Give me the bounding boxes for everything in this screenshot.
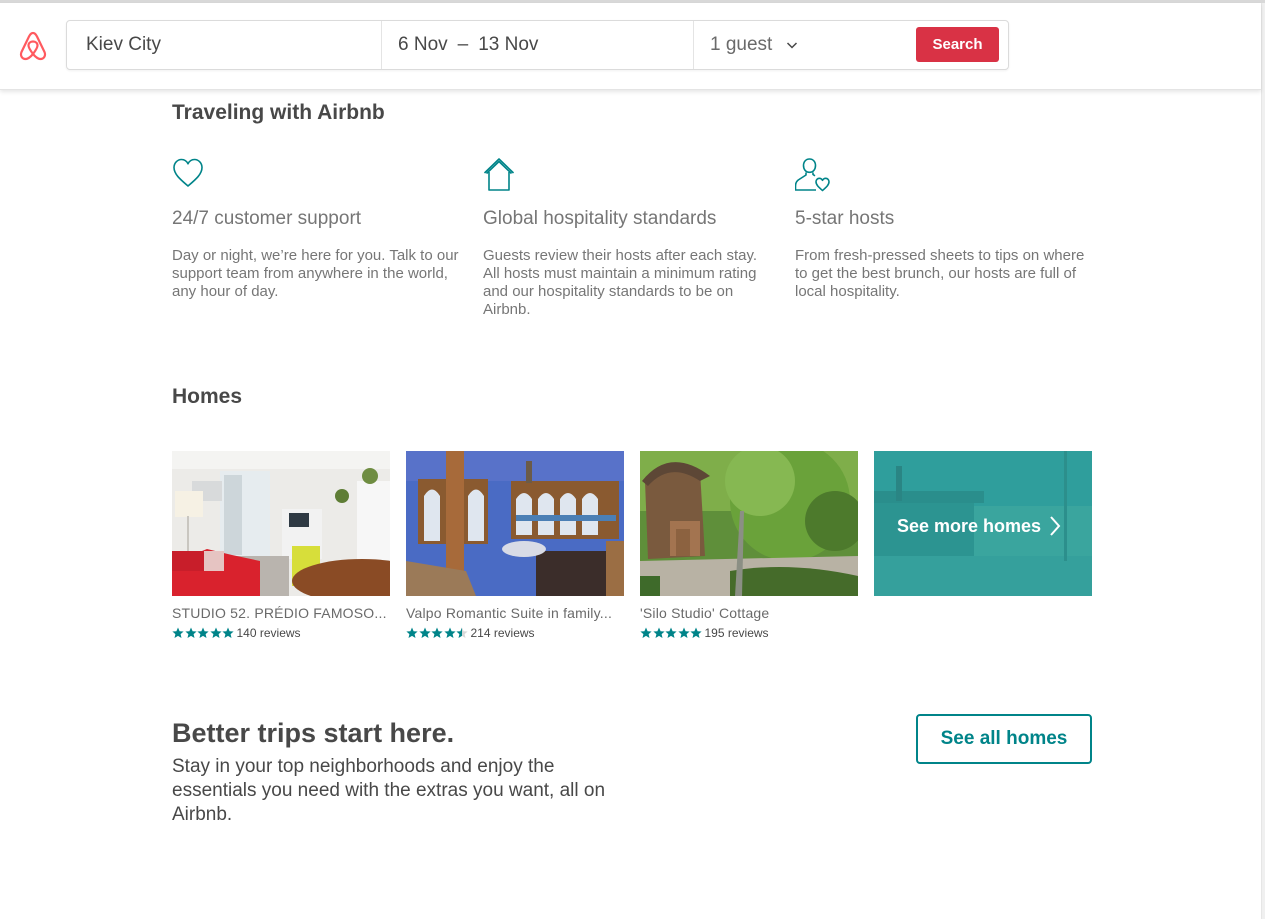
star-full-icon xyxy=(443,627,456,638)
review-count: 214 reviews xyxy=(470,626,535,640)
star-half-icon xyxy=(456,627,468,638)
location-input[interactable]: Kiev City xyxy=(67,21,382,69)
host-heart-icon xyxy=(794,158,830,192)
see-all-homes-button[interactable]: See all homes xyxy=(916,714,1092,764)
listing-rating: 195 reviews xyxy=(640,626,858,640)
guests-value: 1 guest xyxy=(710,34,773,55)
star-full-icon xyxy=(222,627,234,638)
promo-description: Stay in your top neighborhoods and enjoy… xyxy=(172,756,606,825)
see-more-homes-link[interactable]: See more homes xyxy=(897,515,1063,537)
feature-customer-support: 24/7 customer support Day or night, we’r… xyxy=(172,156,467,300)
check-in-value[interactable]: 6 Nov xyxy=(398,34,448,56)
promo-title: Better trips start here. xyxy=(172,718,455,748)
star-full-icon xyxy=(172,627,184,638)
star-rating xyxy=(640,627,703,639)
listing-rating: 214 reviews xyxy=(406,626,624,640)
listing-name[interactable]: STUDIO 52. PRÉDIO FAMOSO... xyxy=(172,605,390,621)
header: Kiev City 6 Nov – 13 Nov 1 guest Search xyxy=(0,3,1261,90)
heart-icon xyxy=(173,158,203,187)
listing-photo[interactable] xyxy=(406,451,624,596)
feature-title: 24/7 customer support xyxy=(172,208,362,229)
location-value: Kiev City xyxy=(86,34,161,55)
feature-description: Guests review their hosts after each sta… xyxy=(483,247,758,318)
feature-five-star-hosts: 5-star hosts From fresh-pressed sheets t… xyxy=(794,156,1090,300)
listing-card[interactable]: 'Silo Studio' Cottage 195 reviews xyxy=(640,451,858,640)
check-out-value[interactable]: 13 Nov xyxy=(478,34,538,56)
review-count: 140 reviews xyxy=(236,626,301,640)
see-more-homes-tile[interactable]: See more homes xyxy=(874,451,1092,596)
star-full-icon xyxy=(184,627,197,638)
silo-cottage-image xyxy=(640,451,858,596)
listing-card[interactable]: STUDIO 52. PRÉDIO FAMOSO... 140 reviews xyxy=(172,451,390,640)
living-room-image xyxy=(172,451,390,596)
section-title-traveling: Traveling with Airbnb xyxy=(172,101,385,124)
star-rating xyxy=(172,627,235,639)
star-full-icon xyxy=(406,627,418,638)
star-full-icon xyxy=(197,627,209,638)
feature-title: 5-star hosts xyxy=(795,208,895,229)
star-rating xyxy=(406,627,469,639)
section-title-homes: Homes xyxy=(172,385,243,408)
star-full-icon xyxy=(209,627,222,638)
listing-photo[interactable] xyxy=(640,451,858,596)
star-full-icon xyxy=(418,627,431,638)
search-bar: Kiev City 6 Nov – 13 Nov 1 guest Search xyxy=(66,20,1009,70)
star-full-icon xyxy=(640,627,652,638)
guests-select[interactable]: 1 guest Search xyxy=(694,21,1008,69)
feature-hospitality-standards: Global hospitality standards Guests revi… xyxy=(483,156,778,318)
listing-photo[interactable] xyxy=(172,451,390,596)
feature-title: Global hospitality standards xyxy=(483,208,717,229)
chevron-down-icon xyxy=(787,42,798,49)
scrollbar[interactable] xyxy=(1261,3,1265,919)
date-separator: – xyxy=(457,34,469,55)
star-full-icon xyxy=(690,627,702,638)
star-full-icon xyxy=(652,627,665,638)
listing-rating: 140 reviews xyxy=(172,626,390,640)
review-count: 195 reviews xyxy=(704,626,769,640)
house-icon xyxy=(483,158,515,191)
dates-input[interactable]: 6 Nov – 13 Nov xyxy=(382,21,694,69)
star-full-icon xyxy=(677,627,690,638)
star-full-icon xyxy=(665,627,677,638)
listing-name[interactable]: Valpo Romantic Suite in family... xyxy=(406,605,624,621)
star-full-icon xyxy=(431,627,443,638)
listing-name[interactable]: 'Silo Studio' Cottage xyxy=(640,605,858,621)
airbnb-logo-icon[interactable] xyxy=(17,29,49,63)
see-more-homes-label: See more homes xyxy=(897,515,1042,536)
chevron-right-icon xyxy=(1050,516,1061,536)
search-button[interactable]: Search xyxy=(916,27,999,62)
feature-description: From fresh-pressed sheets to tips on whe… xyxy=(795,247,1085,300)
blue-room-image xyxy=(406,451,624,596)
listing-card[interactable]: Valpo Romantic Suite in family... 214 re… xyxy=(406,451,624,640)
feature-description: Day or night, we’re here for you. Talk t… xyxy=(172,247,459,300)
